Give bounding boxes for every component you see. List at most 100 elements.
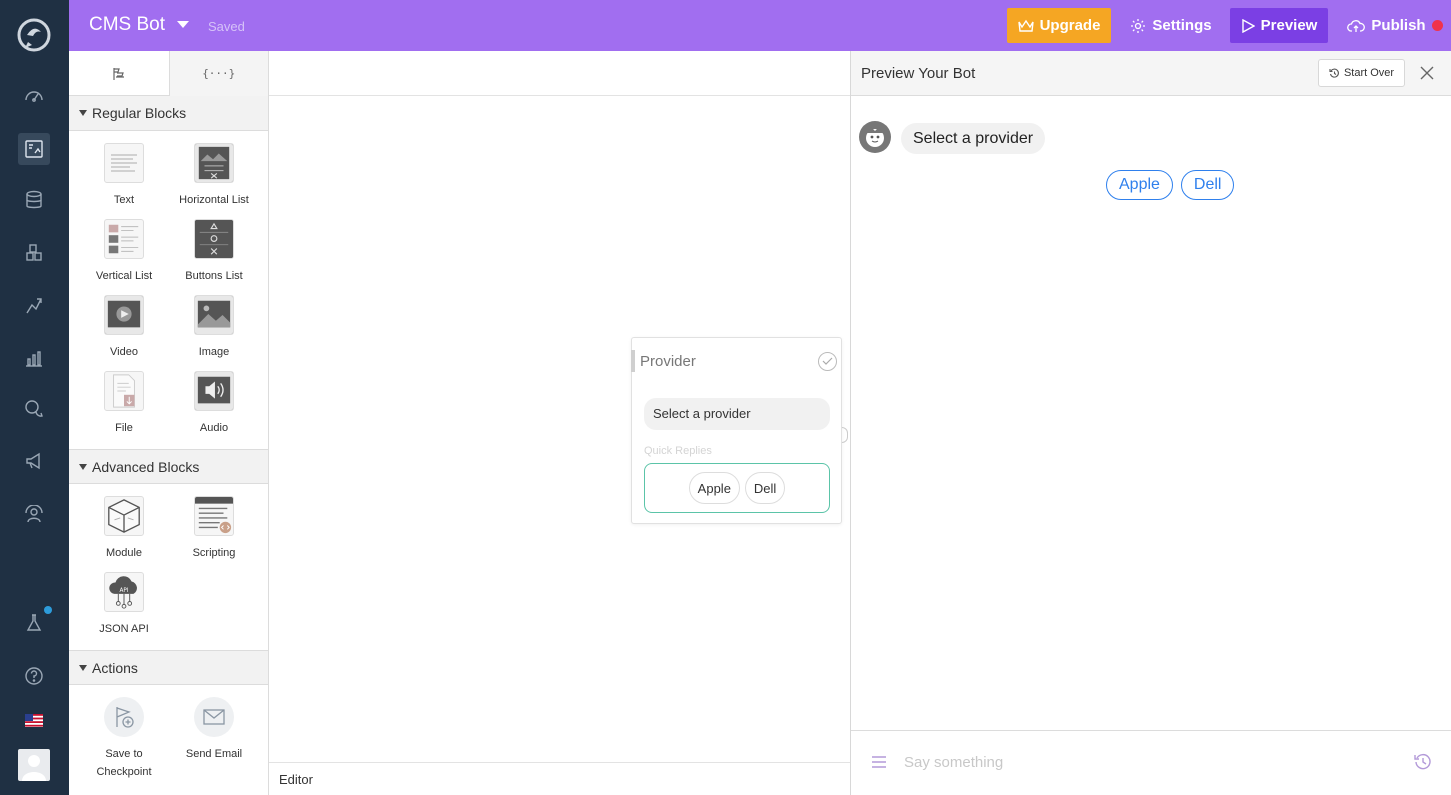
settings-label: Settings — [1152, 17, 1212, 34]
bot-name[interactable]: CMS Bot — [89, 14, 165, 36]
user-avatar[interactable] — [18, 749, 50, 781]
block-label: Send Email — [185, 748, 243, 760]
block-horizontal-list[interactable]: Horizontal List — [169, 143, 259, 209]
caret-down-icon — [79, 463, 87, 470]
section-advanced-blocks[interactable]: Advanced Blocks — [69, 449, 268, 484]
flow-node-provider[interactable]: Provider Select a provider Quick Replies… — [631, 337, 842, 524]
blocks-tab-icon — [113, 67, 124, 80]
crown-icon — [1017, 19, 1034, 32]
section-regular-blocks[interactable]: Regular Blocks — [69, 96, 268, 131]
canvas-toolbar — [269, 51, 850, 96]
app-logo-icon[interactable] — [16, 18, 52, 54]
us-flag-icon[interactable] — [25, 714, 43, 727]
module-cube-icon — [104, 496, 144, 536]
node-connector[interactable] — [842, 427, 848, 443]
training-icon[interactable] — [22, 294, 46, 318]
top-bar: CMS Bot Saved Upgrade Settings Preview P… — [69, 0, 1451, 51]
quick-reply-apple[interactable]: Apple — [1106, 170, 1173, 200]
node-quick-reply-dell[interactable]: Dell — [744, 472, 786, 504]
tab-variables[interactable]: {···} — [168, 51, 268, 96]
envelope-icon — [194, 697, 234, 737]
left-navigation — [0, 0, 69, 795]
block-audio[interactable]: Audio — [169, 371, 259, 437]
video-icon — [104, 295, 144, 335]
block-module[interactable]: Module — [79, 496, 169, 562]
editor-footer[interactable]: Editor — [269, 762, 850, 795]
quick-replies-container[interactable]: Apple Dell — [644, 463, 830, 513]
publish-label: Publish — [1371, 17, 1426, 34]
quick-replies-label: Quick Replies — [644, 445, 712, 457]
preview-quick-replies: Apple Dell — [1106, 170, 1235, 200]
live-chat-icon[interactable] — [22, 503, 46, 527]
block-save-to-checkpoint[interactable]: Save to Checkpoint — [79, 697, 169, 781]
block-vertical-list[interactable]: Vertical List — [79, 219, 169, 285]
tab-blocks[interactable] — [69, 51, 169, 96]
advanced-blocks-grid: Module Scripting API JSON API — [69, 484, 268, 642]
sidebar-tabs: {···} — [69, 51, 268, 96]
vertical-list-icon — [104, 219, 144, 259]
analytics-icon[interactable] — [22, 346, 46, 370]
conversations-icon[interactable] — [22, 397, 46, 421]
file-icon — [104, 371, 144, 411]
block-file[interactable]: File — [79, 371, 169, 437]
bot-menu-chevron-down-icon[interactable] — [177, 21, 189, 28]
message-composer — [851, 730, 1451, 795]
node-checkmark-icon[interactable] — [818, 352, 837, 371]
block-label: Audio — [199, 422, 229, 434]
history-icon[interactable] — [1413, 752, 1433, 772]
preview-title: Preview Your Bot — [861, 65, 976, 82]
scripting-icon — [194, 496, 234, 536]
bot-builder-icon[interactable] — [18, 133, 50, 165]
block-buttons-list[interactable]: Buttons List — [169, 219, 259, 285]
node-title[interactable]: Provider — [640, 353, 696, 370]
preview-panel: Preview Your Bot Start Over Select a pro… — [850, 51, 1451, 795]
help-icon[interactable] — [22, 664, 46, 688]
gear-icon — [1131, 18, 1146, 33]
restart-icon — [1329, 68, 1339, 78]
section-actions[interactable]: Actions — [69, 650, 268, 685]
horizontal-list-icon — [194, 143, 234, 183]
block-text[interactable]: Text — [79, 143, 169, 209]
integrations-icon[interactable] — [22, 241, 46, 265]
publish-button[interactable]: Publish — [1345, 8, 1445, 43]
start-over-button[interactable]: Start Over — [1318, 59, 1405, 87]
quick-reply-dell[interactable]: Dell — [1180, 170, 1235, 200]
block-label: Vertical List — [95, 270, 153, 282]
block-label: Buttons List — [185, 270, 243, 282]
editor-canvas[interactable]: Provider Select a provider Quick Replies… — [269, 51, 850, 795]
settings-button[interactable]: Settings — [1129, 8, 1213, 43]
actions-grid: Save to Checkpoint Send Email — [69, 685, 268, 785]
preview-header: Preview Your Bot Start Over — [851, 51, 1451, 96]
caret-down-icon — [79, 110, 87, 116]
node-drag-handle[interactable] — [631, 350, 635, 372]
block-image[interactable]: Image — [169, 295, 259, 361]
preview-button[interactable]: Preview — [1230, 8, 1328, 43]
node-message[interactable]: Select a provider — [644, 398, 830, 430]
close-icon[interactable] — [1418, 64, 1436, 82]
svg-text:API: API — [120, 588, 129, 594]
menu-icon[interactable] — [871, 755, 887, 769]
database-icon[interactable] — [22, 188, 46, 212]
regular-blocks-grid: Text Horizontal List Vertical List Butto… — [69, 131, 268, 441]
broadcast-icon[interactable] — [22, 449, 46, 473]
block-label: Video — [110, 346, 138, 358]
preview-label: Preview — [1260, 17, 1318, 34]
section-title: Advanced Blocks — [92, 458, 200, 475]
block-json-api[interactable]: API JSON API — [79, 572, 169, 638]
labs-flask-icon[interactable] — [22, 611, 46, 635]
dashboard-icon[interactable] — [22, 84, 46, 108]
labs-notification-dot — [44, 606, 52, 614]
block-label: Scripting — [192, 547, 236, 559]
upgrade-label: Upgrade — [1039, 17, 1101, 34]
block-send-email[interactable]: Send Email — [169, 697, 259, 781]
block-video[interactable]: Video — [79, 295, 169, 361]
message-input[interactable] — [904, 749, 1384, 775]
block-scripting[interactable]: Scripting — [169, 496, 259, 562]
block-label: JSON API — [99, 623, 149, 635]
section-title: Regular Blocks — [92, 105, 187, 121]
upgrade-button[interactable]: Upgrade — [1007, 8, 1111, 43]
node-quick-reply-apple[interactable]: Apple — [688, 472, 740, 504]
blocks-sidebar: {···} Regular Blocks Text Horizontal Lis… — [69, 51, 269, 795]
bot-message-bubble: Select a provider — [901, 123, 1046, 154]
block-label: File — [115, 422, 133, 434]
